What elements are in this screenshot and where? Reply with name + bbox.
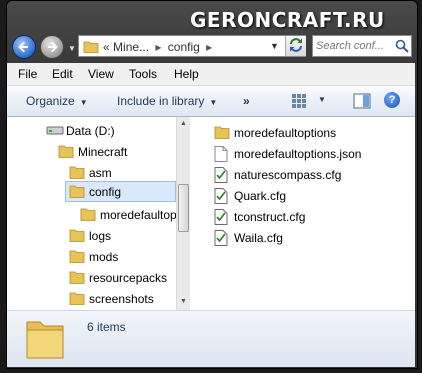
- include-in-library-label: Include in library: [117, 94, 205, 108]
- breadcrumb-separator-icon[interactable]: ▸: [152, 40, 164, 54]
- change-view-icon[interactable]: [291, 93, 307, 112]
- chevron-down-icon: ▼: [79, 98, 88, 107]
- navigation-scrollbar[interactable]: ▲ ▼: [176, 117, 190, 310]
- config-file-icon: [214, 230, 228, 249]
- drive-icon: [46, 123, 64, 140]
- tree-item-label: Minecraft: [78, 145, 128, 159]
- config-file-icon: [214, 188, 228, 207]
- folder-icon: [214, 125, 230, 142]
- scrollbar-thumb[interactable]: [178, 184, 189, 232]
- tree-item-moredefaultoptions[interactable]: moredefaultop: [80, 205, 176, 225]
- folder-icon: [69, 184, 85, 201]
- file-name: Quark.cfg: [234, 189, 287, 203]
- recent-pages-dropdown[interactable]: ▼: [68, 44, 76, 53]
- address-bar[interactable]: « Mine... ▸ config ▸ ▼: [78, 35, 306, 57]
- json-file-icon: [214, 146, 228, 165]
- breadcrumb-separator-icon[interactable]: ▸: [203, 40, 215, 54]
- folder-icon: [58, 144, 74, 161]
- arrow-left-icon: [18, 41, 28, 53]
- chevron-down-icon: ▼: [209, 98, 218, 107]
- tree-item-label: config: [89, 185, 122, 199]
- scroll-down-icon[interactable]: ▼: [180, 298, 187, 305]
- navigation-pane: Data (D:) Minecraft asm config moredefau…: [7, 117, 176, 310]
- tree-item-label: logs: [89, 229, 112, 243]
- menu-file[interactable]: File: [18, 67, 37, 81]
- folder-icon: [80, 207, 96, 224]
- breadcrumb-config[interactable]: config: [168, 40, 200, 54]
- view-options-dropdown-icon[interactable]: ▼: [318, 95, 326, 104]
- menu-help[interactable]: Help: [174, 67, 199, 81]
- scroll-up-icon[interactable]: ▲: [180, 120, 187, 127]
- window-frame: GERONCRAFT.RU ▼ « Mine... ▸ config ▸ ▼ F…: [0, 0, 422, 373]
- watermark: GERONCRAFT.RU: [190, 8, 385, 32]
- folder-icon: [69, 270, 85, 287]
- back-button[interactable]: [12, 35, 36, 59]
- arrow-right-icon: [48, 41, 58, 53]
- tree-item-label: resourcepacks: [89, 271, 168, 285]
- folder-icon: [25, 316, 65, 363]
- menu-bar: File Edit View Tools Help: [7, 63, 415, 86]
- file-name: moredefaultoptions.json: [234, 147, 362, 161]
- preview-pane-icon[interactable]: [353, 93, 371, 112]
- tree-item-label: screenshots: [89, 292, 154, 306]
- folder-icon: [69, 228, 85, 245]
- help-icon[interactable]: ?: [384, 92, 400, 108]
- config-file-icon: [214, 167, 228, 186]
- folder-icon: [83, 40, 99, 56]
- menu-edit[interactable]: Edit: [52, 67, 73, 81]
- menu-view[interactable]: View: [88, 67, 114, 81]
- tree-item-config[interactable]: config: [65, 181, 176, 202]
- folder-icon: [69, 165, 85, 182]
- file-name: tconstruct.cfg: [234, 210, 306, 224]
- organize-label: Organize: [26, 94, 75, 108]
- tree-item-label: moredefaultop: [100, 208, 176, 222]
- tree-item-label: mods: [89, 250, 119, 264]
- file-name: naturescompass.cfg: [234, 168, 342, 182]
- file-name: Waila.cfg: [234, 231, 283, 245]
- search-icon[interactable]: [395, 39, 409, 56]
- details-pane: 6 items: [7, 311, 415, 367]
- include-in-library-button[interactable]: Include in library ▼: [117, 94, 217, 108]
- file-list: moredefaultoptions moredefaultoptions.js…: [190, 117, 415, 310]
- config-file-icon: [214, 209, 228, 228]
- tree-item-label: Data (D:): [66, 124, 115, 138]
- more-commands-button[interactable]: »: [243, 94, 250, 108]
- menu-tools[interactable]: Tools: [129, 67, 157, 81]
- search-input[interactable]: [316, 38, 392, 54]
- folder-icon: [69, 249, 85, 266]
- breadcrumb-overflow[interactable]: «: [103, 40, 110, 54]
- refresh-button[interactable]: [285, 36, 306, 56]
- refresh-icon: [290, 38, 302, 52]
- organize-button[interactable]: Organize ▼: [26, 94, 88, 108]
- folder-icon: [69, 291, 85, 308]
- command-bar: Organize ▼ Include in library ▼ » ▼ ?: [7, 86, 415, 117]
- search-box[interactable]: [312, 35, 412, 57]
- address-dropdown-icon[interactable]: ▼: [270, 41, 279, 51]
- file-name: moredefaultoptions: [234, 126, 337, 140]
- item-count: 6 items: [87, 320, 126, 334]
- forward-button[interactable]: [40, 35, 64, 59]
- tree-item-label: asm: [89, 166, 112, 180]
- breadcrumb-minecraft[interactable]: Mine...: [113, 40, 149, 54]
